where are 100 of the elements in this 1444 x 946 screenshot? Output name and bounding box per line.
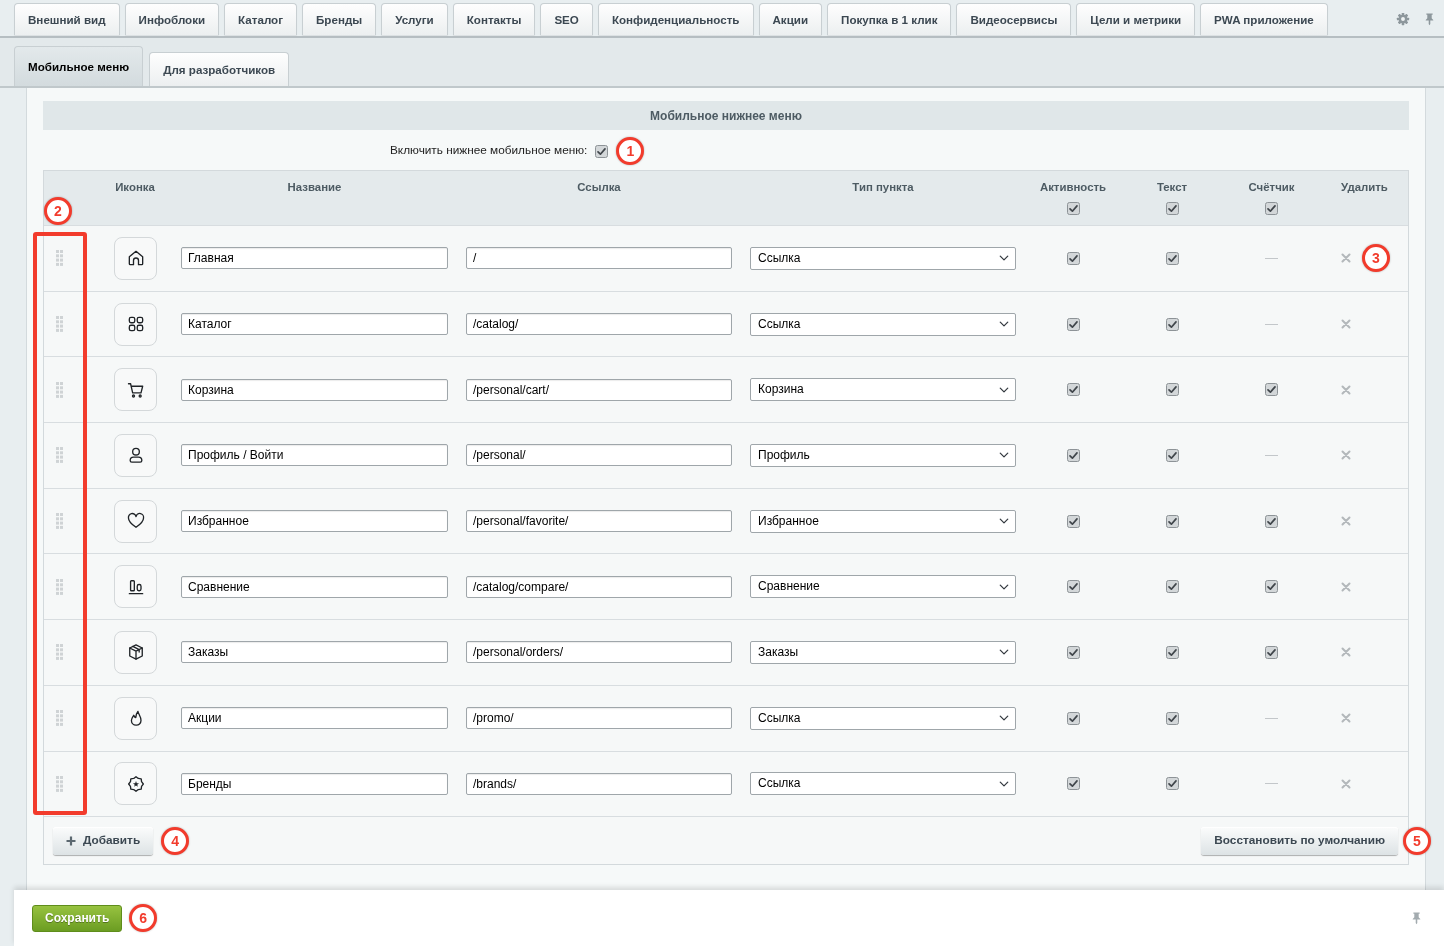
link-field[interactable]: /: [466, 247, 732, 270]
callout-number: 3: [1362, 244, 1390, 273]
checkbox[interactable]: [1066, 383, 1080, 397]
name-field[interactable]: Корзина: [181, 378, 448, 401]
type-select[interactable]: Ссылка: [750, 706, 1016, 730]
house-icon[interactable]: [114, 236, 157, 280]
checkbox[interactable]: [1066, 777, 1080, 791]
checkbox[interactable]: [1066, 711, 1080, 725]
drag-handle-icon[interactable]: [56, 644, 63, 661]
checkbox[interactable]: [1265, 580, 1278, 594]
link-field[interactable]: /personal/: [466, 444, 732, 467]
tab[interactable]: Внешний вид: [14, 3, 120, 35]
link-field[interactable]: /promo/: [466, 707, 732, 730]
callout-number: 2: [44, 197, 72, 225]
cart-icon[interactable]: [114, 368, 157, 412]
checkbox[interactable]: [1165, 448, 1179, 462]
dash-icon: [1265, 323, 1278, 325]
drag-handle-icon[interactable]: [56, 775, 63, 792]
pin-icon[interactable]: [1424, 11, 1435, 27]
checkbox[interactable]: [1165, 317, 1179, 331]
drag-handle-icon[interactable]: [56, 250, 63, 267]
checkbox[interactable]: [1165, 202, 1179, 215]
column-header: Иконка: [115, 180, 155, 195]
settings-icon[interactable]: [1396, 12, 1410, 26]
tab[interactable]: Цели и метрики: [1076, 3, 1196, 35]
drag-handle-icon[interactable]: [56, 316, 63, 333]
type-select[interactable]: Корзина: [750, 378, 1016, 402]
tab[interactable]: Бренды: [302, 3, 377, 35]
tab[interactable]: Каталог: [224, 3, 298, 35]
drag-handle-icon[interactable]: [56, 513, 63, 530]
link-field[interactable]: /personal/orders/: [466, 641, 732, 664]
checkbox[interactable]: [1165, 580, 1179, 594]
checkbox[interactable]: [1265, 514, 1278, 528]
checkbox[interactable]: [1066, 448, 1080, 462]
callout-number: 5: [1403, 827, 1431, 856]
link-field[interactable]: /catalog/compare/: [466, 575, 732, 598]
tab[interactable]: Контакты: [452, 3, 536, 35]
name-field[interactable]: Профиль / Войти: [181, 444, 448, 467]
checkbox[interactable]: [1066, 251, 1080, 265]
tab[interactable]: Покупка в 1 клик: [827, 3, 952, 35]
checkbox[interactable]: [1066, 317, 1080, 331]
tab[interactable]: Видеосервисы: [956, 3, 1072, 35]
restore-button[interactable]: Восстановить по умолчанию: [1201, 827, 1398, 856]
grid-icon[interactable]: [114, 302, 157, 346]
bars-icon[interactable]: [114, 565, 157, 609]
checkbox[interactable]: [1265, 202, 1278, 215]
checkbox[interactable]: [1066, 645, 1080, 659]
star-badge-icon[interactable]: [114, 762, 157, 806]
name-field[interactable]: Каталог: [181, 313, 448, 336]
plus-icon: [66, 836, 76, 847]
checkbox[interactable]: [1165, 251, 1179, 265]
checkbox[interactable]: [1165, 711, 1179, 725]
tab[interactable]: PWA приложение: [1200, 3, 1328, 35]
checkbox[interactable]: [1265, 645, 1278, 659]
type-select[interactable]: Ссылка: [750, 312, 1016, 336]
add-button[interactable]: Добавить: [53, 827, 154, 856]
flame-icon[interactable]: [114, 696, 157, 740]
drag-handle-icon[interactable]: [56, 447, 63, 464]
tab[interactable]: Акции: [758, 3, 823, 35]
type-select[interactable]: Заказы: [750, 640, 1016, 664]
drag-handle-icon[interactable]: [56, 710, 63, 727]
tab[interactable]: Услуги: [381, 3, 448, 35]
type-select[interactable]: Ссылка: [750, 246, 1016, 270]
dash-icon: [1265, 257, 1278, 259]
name-field[interactable]: Бренды: [181, 772, 448, 795]
checkbox[interactable]: [1165, 645, 1179, 659]
type-select[interactable]: Профиль: [750, 443, 1016, 467]
checkbox[interactable]: [1165, 777, 1179, 791]
drag-handle-icon[interactable]: [56, 578, 63, 595]
tab[interactable]: Для разработчиков: [149, 52, 290, 86]
checkbox[interactable]: [1066, 514, 1080, 528]
type-select[interactable]: Сравнение: [750, 575, 1016, 599]
name-field[interactable]: Заказы: [181, 641, 448, 664]
link-field[interactable]: /personal/cart/: [466, 378, 732, 401]
name-field[interactable]: Акции: [181, 707, 448, 730]
box-icon[interactable]: [114, 630, 157, 674]
column-header: Счётчик: [1248, 180, 1295, 195]
column-header: Активность: [1039, 180, 1107, 195]
type-select[interactable]: Избранное: [750, 509, 1016, 533]
column-header: Название: [287, 180, 342, 195]
tab[interactable]: SEO: [540, 3, 593, 35]
name-field[interactable]: Главная: [181, 247, 448, 270]
checkbox[interactable]: [1165, 514, 1179, 528]
tab[interactable]: Инфоблоки: [124, 3, 220, 35]
link-field[interactable]: /catalog/: [466, 313, 732, 336]
type-select[interactable]: Ссылка: [750, 772, 1016, 796]
name-field[interactable]: Избранное: [181, 510, 448, 533]
checkbox[interactable]: [1066, 202, 1080, 215]
checkbox[interactable]: [595, 144, 609, 158]
callout-number: 1: [616, 137, 645, 165]
checkbox[interactable]: [1165, 383, 1179, 397]
link-field[interactable]: /brands/: [466, 772, 732, 795]
checkbox[interactable]: [1265, 383, 1278, 397]
tab[interactable]: Мобильное меню: [14, 46, 144, 86]
checkbox[interactable]: [1066, 580, 1080, 594]
drag-handle-icon[interactable]: [56, 381, 63, 398]
tab[interactable]: Конфиденциальность: [597, 3, 754, 35]
person-icon[interactable]: [114, 433, 157, 477]
link-field[interactable]: /personal/favorite/: [466, 510, 732, 533]
name-field[interactable]: Сравнение: [181, 575, 448, 598]
